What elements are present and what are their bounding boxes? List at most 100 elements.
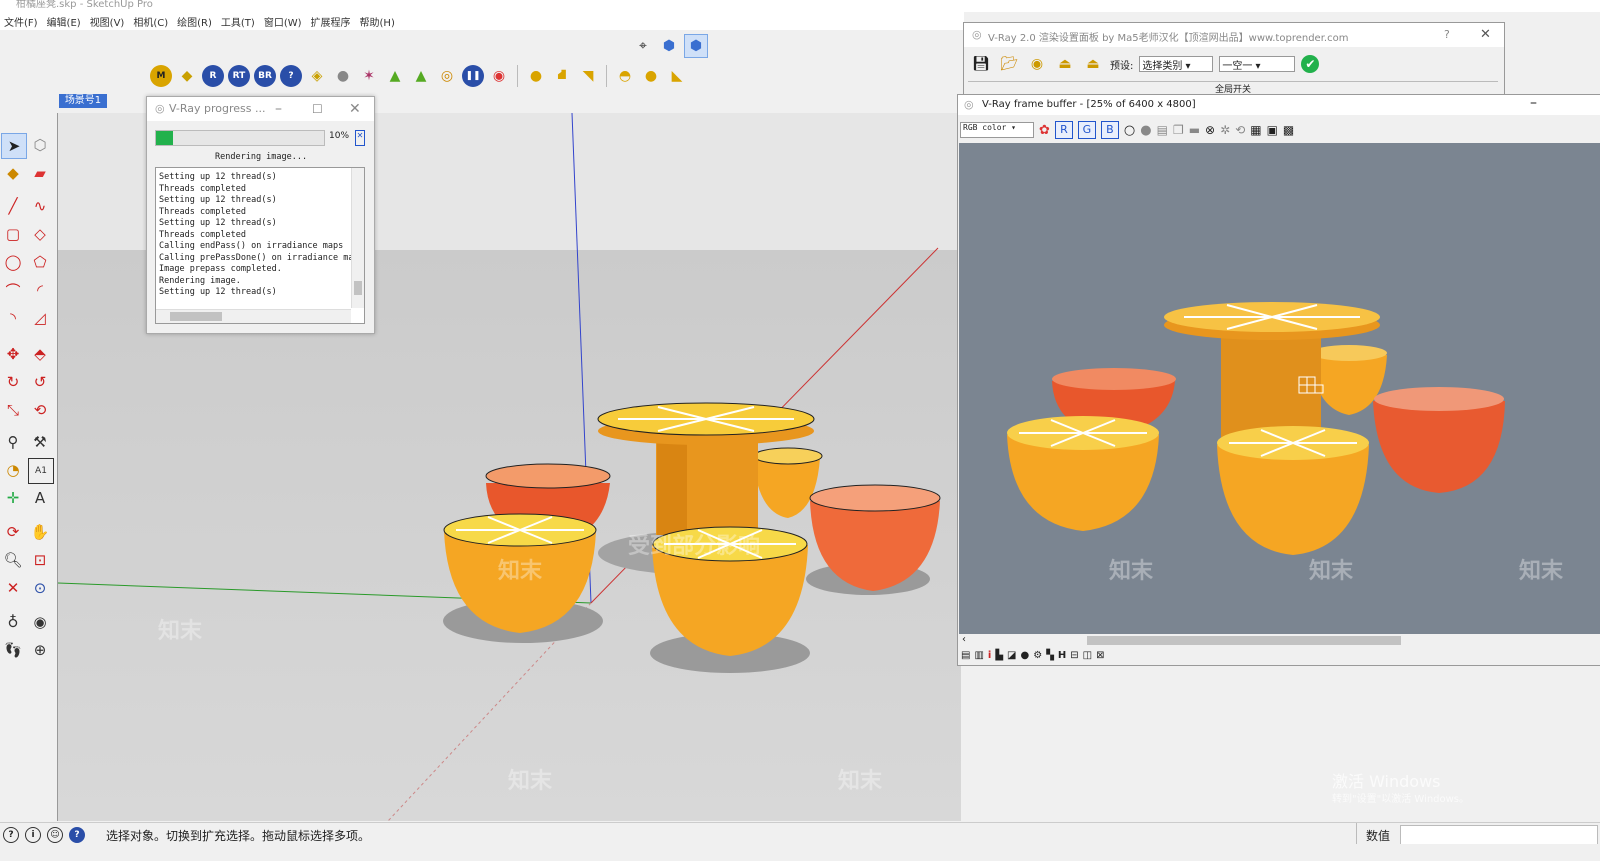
close-button[interactable]: ✕ [349,97,361,121]
scene-tab[interactable]: 场景号1 [59,94,107,108]
proxy-export-icon[interactable]: ▲ [410,65,432,87]
paint-bucket-icon[interactable]: ◆ [1,161,25,185]
dimension-icon[interactable]: ⚒ [28,430,52,454]
clone-icon[interactable]: ❐ [1173,123,1184,137]
arc-icon[interactable]: ⌒ [1,278,25,302]
menu-view[interactable]: 视图(V) [90,14,125,29]
credits-icon[interactable]: i [25,827,41,843]
color-channels-icon[interactable]: ✿ [1039,123,1050,138]
log-horizontal-scrollbar[interactable] [156,309,351,323]
select-tool-icon[interactable]: ➤ [1,133,27,159]
menu-edit[interactable]: 编辑(E) [47,14,81,29]
3d-text-icon[interactable]: A [28,486,52,510]
geo-location-icon[interactable]: ? [3,827,19,843]
progress-log[interactable]: Setting up 12 thread(s) Threads completed… [155,167,365,324]
section-plane-icon[interactable]: ⊕ [28,638,52,662]
zoom-icon[interactable]: 🔍︎ [1,548,25,572]
render-button[interactable]: R [202,65,224,87]
move-icon[interactable]: ✥ [1,342,25,366]
history-icon[interactable]: ▣ [1267,123,1278,137]
zoom-window-icon[interactable]: ⊡ [28,548,52,572]
cube-view-active-icon[interactable]: ⬢ [684,34,708,58]
upload-icon[interactable]: ⏏ [1054,53,1076,75]
sphere-icon[interactable]: ● [332,65,354,87]
vfb-save-icon[interactable]: ▤ [961,650,970,661]
scroll-left-icon[interactable]: ‹ [962,634,966,645]
walk-icon[interactable]: 👣︎ [1,638,25,662]
maximize-button[interactable]: ☐ [312,97,323,121]
menu-window[interactable]: 窗口(W) [264,14,302,29]
channel-r-button[interactable]: R [1054,121,1073,139]
folder-icon[interactable]: ▬ [1189,123,1200,137]
mono-icon[interactable]: ● [1140,123,1151,138]
measurements-input[interactable] [1400,825,1598,845]
color-wheel-icon[interactable]: ◉ [488,65,510,87]
vfb-levels-icon[interactable]: ▚ [1046,650,1054,661]
tag-icon[interactable]: ◈ [306,65,328,87]
rectangle-icon[interactable]: ▢ [1,222,25,246]
vfb-hdr-icon[interactable]: H [1058,650,1066,661]
dome-light-icon[interactable]: ◓ [614,65,636,87]
vfb-close-panel-icon[interactable]: ⊠ [1096,650,1104,661]
eraser-icon[interactable]: ▰ [28,161,52,185]
push-pull-icon[interactable]: ⬘ [28,342,52,366]
circle-icon[interactable]: ◯ [1,250,25,274]
vray-settings-panel[interactable]: ◎ V-Ray 2.0 渲染设置面板 by Ma5老师汉化【顶渲网出品】www.… [963,22,1505,96]
download-icon[interactable]: ⏏ [1082,53,1104,75]
polygon-icon[interactable]: ⬠ [28,250,52,274]
clear-icon[interactable]: ⊗ [1205,123,1215,137]
arc2-icon[interactable]: ◜ [28,278,52,302]
freehand-icon[interactable]: ∿ [28,194,52,218]
vray-progress-window[interactable]: ◎ V-Ray progress ... – ☐ ✕ 10% ✕ Renderi… [146,96,375,334]
apply-check-icon[interactable]: ✔ [1301,55,1320,73]
channel-select[interactable]: RGB color ▾ [960,122,1034,138]
vfb-settings-icon[interactable]: ⚙ [1033,650,1042,661]
vfb-minimize-button[interactable]: – [1530,95,1537,111]
look-around-icon[interactable]: ◉ [28,610,52,634]
options-icon[interactable]: ◆ [176,65,198,87]
rotated-rect-icon[interactable]: ◇ [28,222,52,246]
axes-icon[interactable]: ✛ [1,486,25,510]
panel-close-button[interactable]: ✕ [1480,27,1491,42]
text-tool-icon[interactable]: A1 [28,458,54,484]
save-image-icon[interactable]: ▤ [1157,123,1168,137]
previous-view-icon[interactable]: ⊙ [28,576,52,600]
preset-select[interactable]: 选择类别 ▾ [1139,56,1214,72]
orbit-icon[interactable]: ⟳ [1,520,25,544]
menu-help[interactable]: 帮助(H) [360,14,395,29]
vfb-histogram-icon[interactable]: ▙ [995,650,1003,661]
pie-icon[interactable]: ◿ [28,306,52,330]
menu-extensions[interactable]: 扩展程序 [311,14,351,29]
omni-light-icon[interactable]: ● [525,65,547,87]
vfb-lens-icon[interactable]: ⊟ [1070,650,1078,661]
batch-render-button[interactable]: BR [254,65,276,87]
menu-camera[interactable]: 相机(C) [133,14,168,29]
scale-icon[interactable]: ⤡ [1,398,25,422]
pause-icon[interactable]: ❚❚ [462,65,484,87]
offset-icon[interactable]: ⟲ [28,398,52,422]
cube-view-icon[interactable]: ⬢ [658,35,680,57]
alpha-icon[interactable]: ○ [1124,123,1135,138]
crosshair-icon[interactable]: ⌖ [632,35,654,57]
channel-b-button[interactable]: B [1100,121,1119,139]
pan-icon[interactable]: ✋ [28,520,52,544]
section-global-switches[interactable]: 全局开关 [968,81,1498,94]
log-vertical-scrollbar[interactable] [351,168,364,308]
tape-measure-icon[interactable]: ⚲ [1,430,25,454]
vfb-color-icon[interactable]: ● [1021,650,1030,661]
vfb-info-icon[interactable]: i [988,650,991,661]
menu-tools[interactable]: 工具(T) [221,14,255,29]
menu-draw[interactable]: 绘图(R) [177,14,212,29]
minimize-button[interactable]: – [275,97,282,121]
help-button[interactable]: ? [280,65,302,87]
rt-render-button[interactable]: RT [228,65,250,87]
rotate-icon[interactable]: ↻ [1,370,25,394]
log-scroll-thumb[interactable] [354,281,362,295]
vfb-sidebar-icon[interactable]: ▥ [974,650,983,661]
target-icon[interactable]: ◎ [436,65,458,87]
fur-icon[interactable]: ✶ [358,65,380,87]
instructor-icon[interactable]: ? [69,827,85,843]
save-icon[interactable]: 💾︎ [970,53,992,75]
log-hscroll-thumb[interactable] [170,312,222,321]
region-icon[interactable]: ⟲ [1235,123,1245,137]
